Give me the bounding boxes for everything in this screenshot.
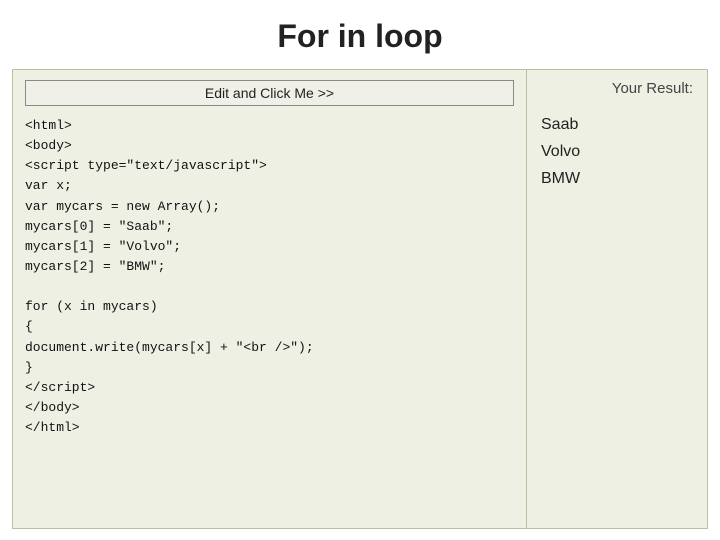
main-container: Edit and Click Me >> <html> <body> <scri… bbox=[12, 69, 708, 529]
result-output: SaabVolvoBMW bbox=[541, 111, 693, 193]
edit-click-button[interactable]: Edit and Click Me >> bbox=[25, 80, 514, 106]
result-label: Your Result: bbox=[541, 80, 693, 97]
page-title: For in loop bbox=[0, 0, 720, 69]
code-display: <html> <body> <script type="text/javascr… bbox=[25, 116, 514, 518]
right-panel: Your Result: SaabVolvoBMW bbox=[527, 70, 707, 528]
left-panel: Edit and Click Me >> <html> <body> <scri… bbox=[13, 70, 527, 528]
